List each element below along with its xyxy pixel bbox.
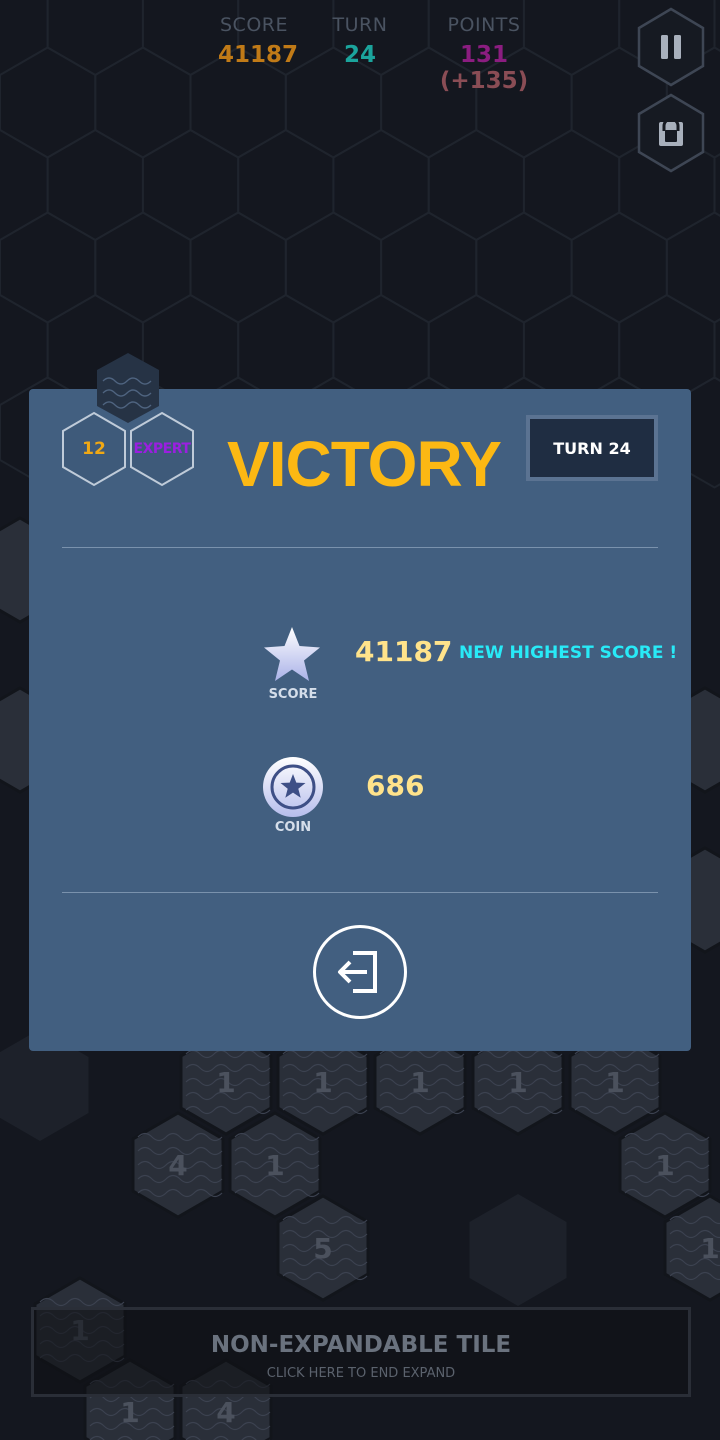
turn-label: TURN	[332, 14, 388, 36]
board-grid-cell	[189, 211, 287, 324]
tile-number: 1	[120, 1396, 139, 1429]
bottom-bar-title: NON-EXPANDABLE TILE	[210, 1332, 512, 1358]
board-grid-cell	[332, 128, 430, 242]
lock-button[interactable]	[636, 93, 706, 173]
board-tile: 1	[228, 1111, 322, 1219]
lock-icon	[637, 93, 705, 173]
hud-turn: TURN 24	[328, 14, 392, 68]
star-icon	[264, 627, 320, 681]
difficulty-label: EXPERT	[133, 441, 191, 457]
board-grid-cell	[380, 211, 478, 324]
board-grid-cell	[141, 128, 240, 242]
board-grid-cell	[475, 211, 573, 324]
board-grid-cell	[284, 211, 383, 324]
exit-icon	[338, 951, 377, 993]
tile-number: 1	[410, 1066, 429, 1099]
tile-number: 1	[265, 1149, 284, 1182]
board-grid-cell	[46, 128, 144, 242]
new-high-score-label: NEW HIGHEST SCORE !	[459, 643, 678, 663]
board-grid-cell	[427, 128, 525, 242]
hud-score: SCORE 41187	[218, 14, 299, 68]
board-grid-cell	[46, 0, 144, 77]
end-expand-bar[interactable]: NON-EXPANDABLE TILE CLICK HERE TO END EX…	[31, 1307, 691, 1397]
score-label: SCORE	[220, 14, 288, 36]
divider	[62, 547, 658, 548]
coin-caption: COIN	[274, 820, 312, 835]
coin-icon	[263, 757, 323, 817]
board-grid-cell	[522, 128, 621, 242]
tile-number: 4	[216, 1396, 235, 1429]
points-value-group: 131 (+135)	[428, 42, 540, 94]
exit-button[interactable]	[313, 925, 407, 1019]
coin-amount: 686	[366, 769, 425, 802]
tile-number: 1	[700, 1232, 719, 1265]
turn-value: 24	[343, 42, 376, 68]
final-score: 41187	[355, 635, 453, 668]
board-grid-cell	[237, 128, 335, 242]
divider	[62, 892, 658, 893]
board-grid-cell	[0, 46, 97, 159]
board-grid-cell	[0, 128, 49, 242]
board-grid-cell	[94, 46, 192, 159]
tile-number: 1	[508, 1066, 527, 1099]
pause-icon	[637, 7, 705, 87]
board-grid-cell	[713, 318, 720, 382]
level-number: 12	[82, 439, 106, 459]
points-label: POINTS	[447, 14, 521, 36]
points-delta: (+135)	[439, 68, 529, 94]
victory-title: VICTORY	[227, 428, 502, 500]
board-grid-cell	[94, 211, 192, 324]
score-caption: SCORE	[268, 687, 318, 702]
tile-number: 1	[313, 1066, 332, 1099]
pause-button[interactable]	[636, 7, 706, 87]
bottom-bar-subtitle: CLICK HERE TO END EXPAND	[266, 1366, 456, 1381]
tile-number: 5	[313, 1232, 332, 1265]
board-grid-cell	[0, 211, 97, 324]
difficulty-badge: EXPERT	[129, 411, 195, 487]
tile-number: 1	[216, 1066, 235, 1099]
empty-board-cell	[469, 1194, 567, 1306]
board-grid-cell	[0, 0, 49, 77]
board-tile: 5	[276, 1194, 370, 1302]
board-grid-cell	[665, 211, 720, 324]
level-badge: 12	[61, 411, 127, 487]
tile-number: 4	[168, 1149, 187, 1182]
tile-number: 1	[655, 1149, 674, 1182]
board-tile: 1	[618, 1111, 712, 1219]
victory-dialog: 12 EXPERT VICTORY TURN 24 SCORE 41187 NE…	[29, 353, 691, 1051]
tile-number: 1	[605, 1066, 624, 1099]
board-grid-cell	[570, 211, 668, 324]
board-grid-cell	[713, 153, 720, 217]
hud-points: POINTS 131 (+135)	[428, 14, 540, 94]
score-value: 41187	[218, 42, 299, 68]
points-value: 131	[459, 42, 508, 68]
board-tile: 4	[131, 1111, 225, 1219]
board-grid-cell	[713, 0, 720, 52]
turn-badge: TURN 24	[526, 415, 658, 481]
